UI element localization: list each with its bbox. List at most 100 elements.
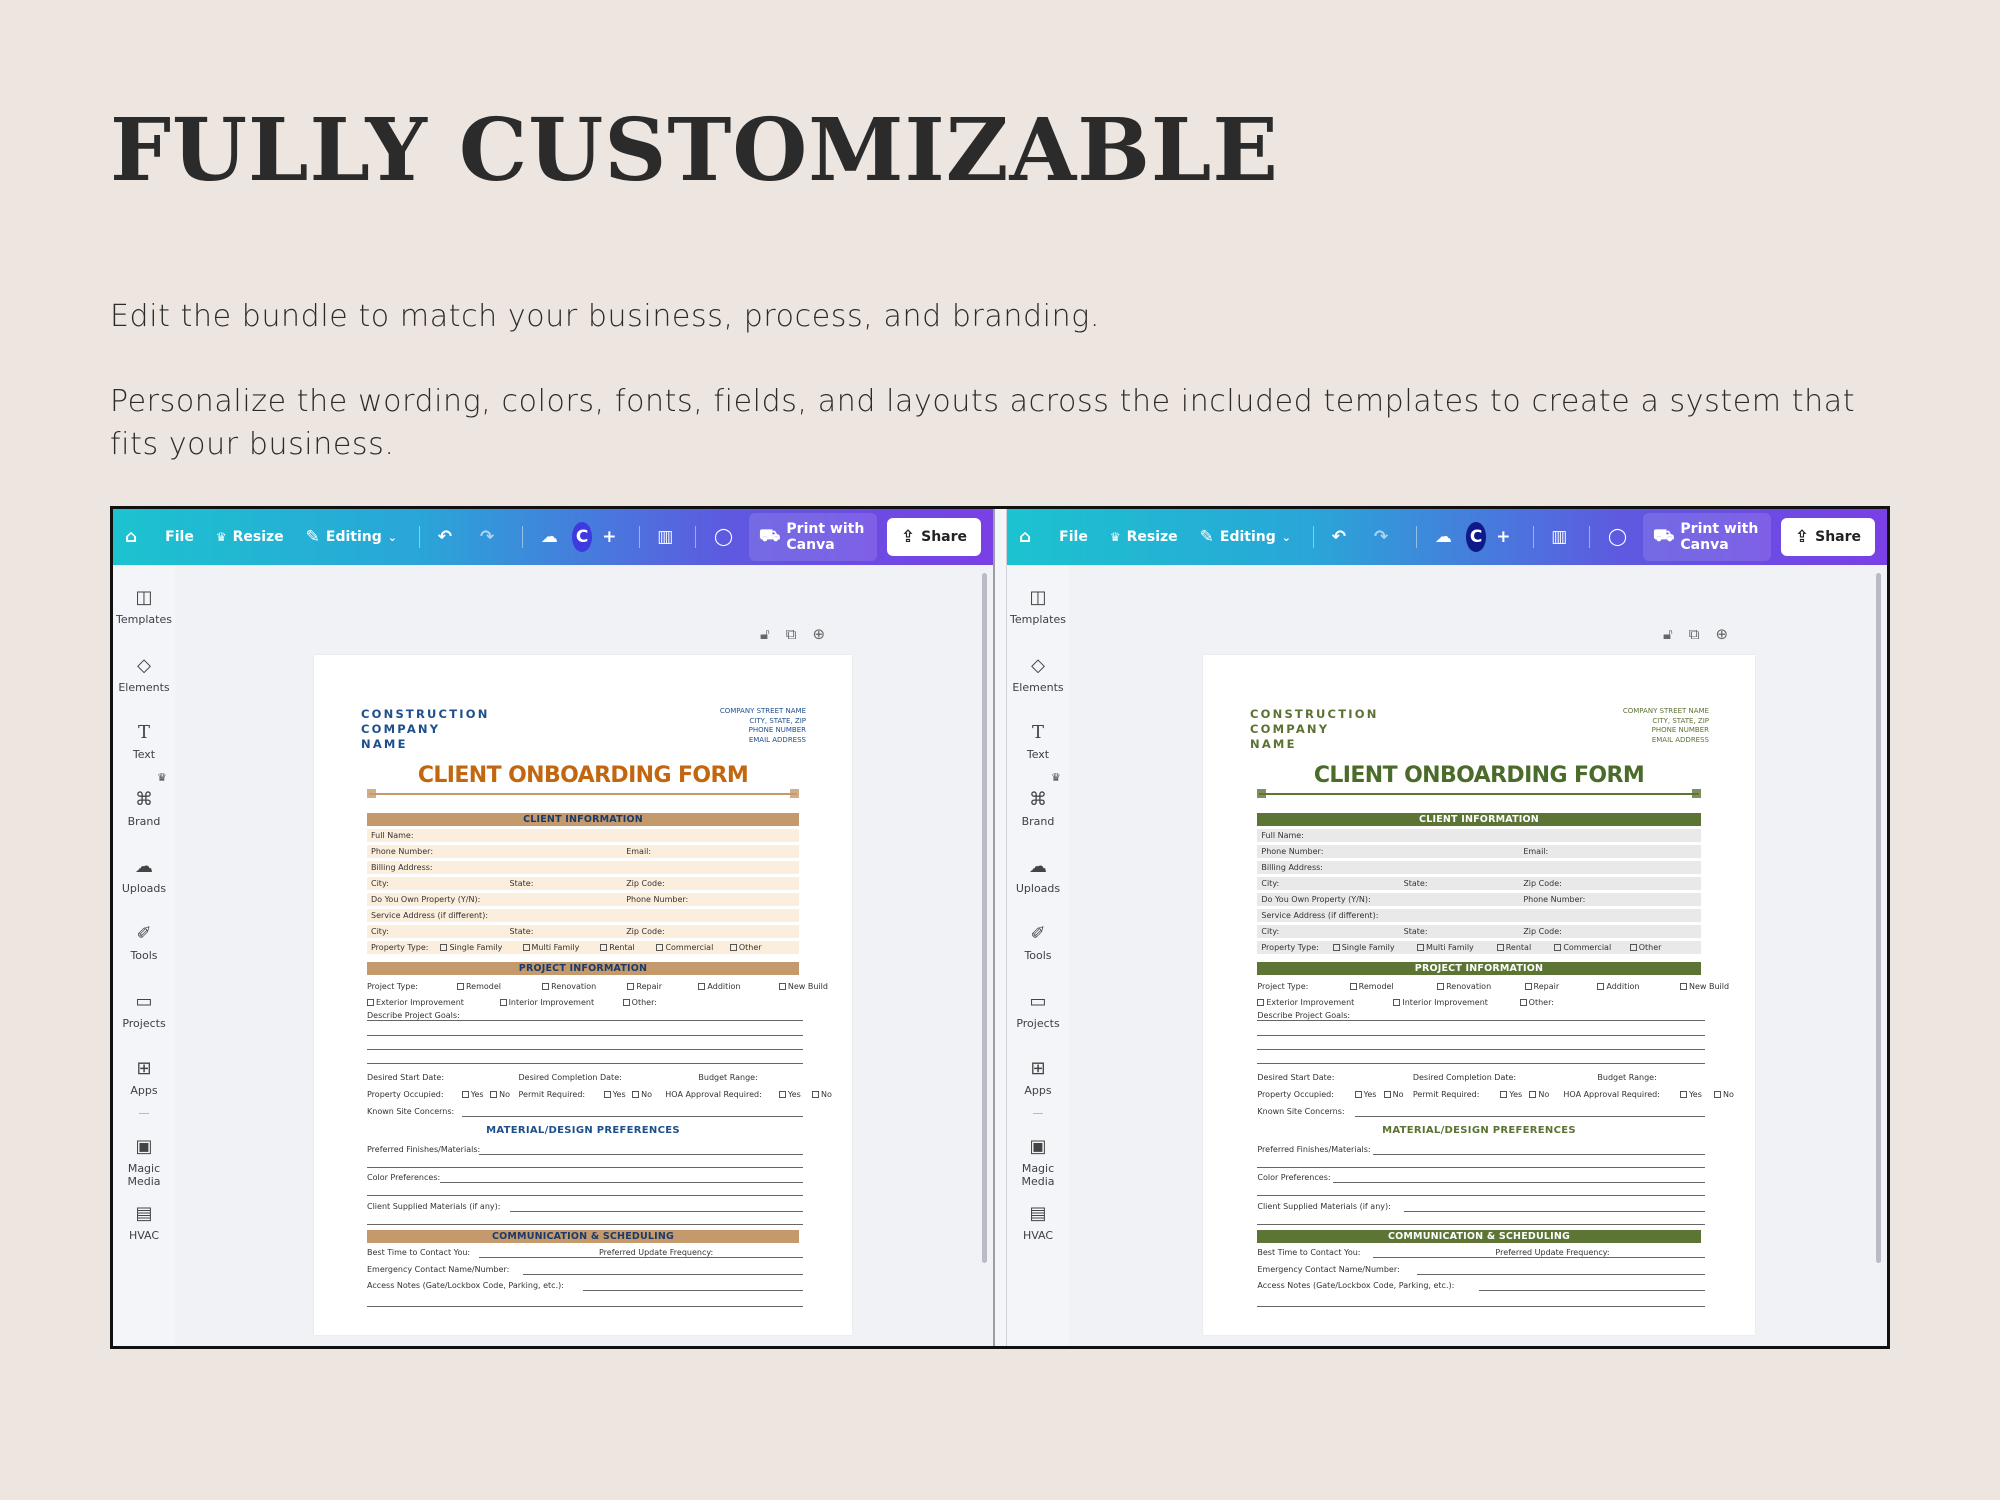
add-page-icon[interactable]: ⊕ (1715, 625, 1728, 643)
duplicate-page-icon[interactable]: ⧉ (786, 625, 797, 643)
sidebar-item-templates[interactable]: ◫ Templates (113, 587, 175, 626)
checkbox-new-build[interactable]: New Build (1679, 982, 1729, 992)
checkbox-permit-no[interactable]: No (632, 1090, 652, 1100)
checkbox-permit-yes[interactable]: Yes (603, 1090, 626, 1100)
checkbox-rental[interactable]: Rental (600, 941, 635, 954)
cloud-save-status[interactable]: ☁ (1435, 527, 1458, 547)
form-title[interactable]: CLIENT ONBOARDING FORM (1203, 763, 1755, 788)
checkbox-hoa-yes[interactable]: Yes (778, 1090, 801, 1100)
company-name[interactable]: CONSTRUCTION COMPANY NAME (361, 707, 490, 752)
checkbox-other[interactable]: Other (1629, 941, 1661, 954)
sidebar-item-apps[interactable]: ⊞ Apps (1007, 1058, 1069, 1097)
checkbox-exterior[interactable]: Exterior Improvement (1257, 998, 1354, 1007)
checkbox-other[interactable]: Other (729, 941, 762, 954)
section-material-design[interactable]: MATERIAL/DESIGN PREFERENCES (1203, 1125, 1755, 1136)
sidebar-item-magic-media[interactable]: ▣ Magic Media (113, 1136, 175, 1188)
vertical-scrollbar[interactable] (1876, 573, 1881, 1263)
checkbox-addition[interactable]: Addition (1597, 982, 1639, 992)
share-button[interactable]: ⇪ Share (886, 518, 982, 556)
avatar[interactable]: C (571, 522, 593, 552)
sidebar-item-projects[interactable]: ▭ Projects (113, 991, 175, 1030)
checkbox-multi-family[interactable]: Multi Family (1416, 941, 1474, 954)
editing-dropdown[interactable]: ✎ Editing ⌄ (1200, 527, 1291, 547)
duplicate-page-icon[interactable]: ⧉ (1689, 625, 1700, 643)
checkbox-permit-no[interactable]: No (1529, 1090, 1549, 1100)
share-button[interactable]: ⇪ Share (1780, 518, 1876, 556)
lock-icon[interactable]: 🔓︎ (1663, 625, 1673, 643)
checkbox-rental[interactable]: Rental (1496, 941, 1531, 954)
print-with-canva-button[interactable]: ⛟ Print with Canva (749, 513, 877, 561)
resize-button[interactable]: ♛ Resize (216, 529, 284, 545)
sidebar-item-hvac[interactable]: ▤ HVAC (113, 1203, 175, 1242)
section-client-information[interactable]: CLIENT INFORMATION (367, 813, 799, 826)
comments-button[interactable]: ◯ (714, 527, 739, 547)
checkbox-other-project[interactable]: Other: (622, 998, 657, 1008)
checkbox-addition[interactable]: Addition (698, 982, 740, 992)
redo-button[interactable]: ↷ (1374, 527, 1394, 547)
home-button[interactable]: ⌂ (1019, 527, 1037, 547)
checkbox-remodel[interactable]: Remodel (456, 982, 501, 992)
sidebar-item-apps[interactable]: ⊞ Apps (113, 1058, 175, 1097)
checkbox-remodel[interactable]: Remodel (1349, 982, 1394, 992)
insights-button[interactable]: ▥ (1551, 527, 1573, 547)
sidebar-item-elements[interactable]: ◇ Elements (1007, 655, 1069, 694)
editing-dropdown[interactable]: ✎ Editing ⌄ (306, 527, 397, 547)
company-address[interactable]: COMPANY STREET NAME CITY, STATE, ZIP PHO… (720, 707, 806, 745)
sidebar-item-projects[interactable]: ▭ Projects (1007, 991, 1069, 1030)
checkbox-interior[interactable]: Interior Improvement (1393, 998, 1488, 1008)
sidebar-item-uploads[interactable]: ☁ Uploads (113, 856, 175, 895)
resize-button[interactable]: ♛ Resize (1110, 529, 1178, 545)
checkbox-multi-family[interactable]: Multi Family (522, 941, 579, 954)
sidebar-item-brand[interactable]: ♛ ⌘ Brand (113, 771, 175, 828)
checkbox-commercial[interactable]: Commercial (656, 941, 713, 954)
section-project-information[interactable]: PROJECT INFORMATION (367, 962, 799, 975)
design-page[interactable]: CONSTRUCTION COMPANY NAME COMPANY STREET… (314, 655, 852, 1335)
section-communication-scheduling[interactable]: COMMUNICATION & SCHEDULING (367, 1230, 799, 1243)
checkbox-renovation[interactable]: Renovation (1437, 982, 1491, 992)
cloud-save-status[interactable]: ☁ (541, 527, 564, 547)
redo-button[interactable]: ↷ (480, 527, 500, 547)
avatar[interactable]: C (1465, 522, 1487, 552)
checkbox-renovation[interactable]: Renovation (542, 982, 596, 992)
sidebar-item-templates[interactable]: ◫ Templates (1007, 587, 1069, 626)
checkbox-occupied-no[interactable]: No (1383, 1090, 1404, 1100)
sidebar-item-magic-media[interactable]: ▣ Magic Media (1007, 1136, 1069, 1188)
section-material-design[interactable]: MATERIAL/DESIGN PREFERENCES (314, 1125, 852, 1136)
checkbox-repair[interactable]: Repair (1524, 982, 1559, 992)
undo-button[interactable]: ↶ (1332, 527, 1352, 547)
checkbox-hoa-yes[interactable]: Yes (1679, 1090, 1702, 1100)
section-project-information[interactable]: PROJECT INFORMATION (1257, 962, 1701, 975)
sidebar-item-text[interactable]: T Text (113, 722, 175, 761)
checkbox-occupied-yes[interactable]: Yes (1354, 1090, 1376, 1100)
checkbox-occupied-no[interactable]: No (490, 1090, 510, 1100)
home-button[interactable]: ⌂ (125, 527, 143, 547)
comments-button[interactable]: ◯ (1608, 527, 1633, 547)
section-communication-scheduling[interactable]: COMMUNICATION & SCHEDULING (1257, 1230, 1701, 1243)
sidebar-item-uploads[interactable]: ☁ Uploads (1007, 856, 1069, 895)
add-collaborator-button[interactable]: + (602, 527, 622, 547)
checkbox-other-project[interactable]: Other: (1519, 998, 1554, 1008)
company-address[interactable]: COMPANY STREET NAME CITY, STATE, ZIP PHO… (1623, 707, 1709, 745)
sidebar-item-brand[interactable]: ♛ ⌘ Brand (1007, 771, 1069, 828)
print-with-canva-button[interactable]: ⛟ Print with Canva (1643, 513, 1771, 561)
sidebar-item-elements[interactable]: ◇ Elements (113, 655, 175, 694)
checkbox-new-build[interactable]: New Build (778, 982, 828, 992)
add-page-icon[interactable]: ⊕ (812, 625, 825, 643)
checkbox-exterior[interactable]: Exterior Improvement (367, 998, 464, 1007)
checkbox-hoa-no[interactable]: No (1713, 1090, 1734, 1100)
undo-button[interactable]: ↶ (438, 527, 458, 547)
add-collaborator-button[interactable]: + (1496, 527, 1516, 547)
insights-button[interactable]: ▥ (657, 527, 679, 547)
company-name[interactable]: CONSTRUCTION COMPANY NAME (1250, 707, 1379, 752)
checkbox-hoa-no[interactable]: No (812, 1090, 832, 1100)
design-page[interactable]: CONSTRUCTION COMPANY NAME COMPANY STREET… (1203, 655, 1755, 1335)
lock-icon[interactable]: 🔓︎ (760, 625, 770, 643)
file-menu[interactable]: File (165, 529, 194, 545)
sidebar-item-hvac[interactable]: ▤ HVAC (1007, 1203, 1069, 1242)
checkbox-single-family[interactable]: Single Family (1332, 941, 1395, 954)
checkbox-commercial[interactable]: Commercial (1554, 941, 1611, 954)
section-client-information[interactable]: CLIENT INFORMATION (1257, 813, 1701, 826)
checkbox-permit-yes[interactable]: Yes (1500, 1090, 1522, 1100)
checkbox-single-family[interactable]: Single Family (440, 941, 502, 954)
form-title[interactable]: CLIENT ONBOARDING FORM (314, 763, 852, 788)
